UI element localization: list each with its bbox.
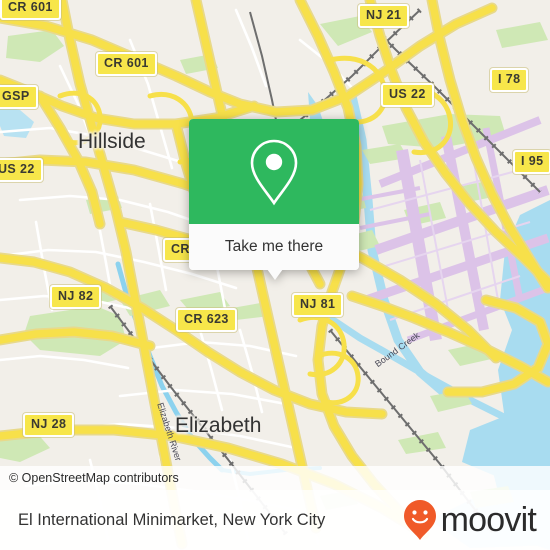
place-label-hillside: Hillside — [78, 130, 146, 153]
road-shield-nj21[interactable]: NJ 21 — [358, 4, 410, 28]
road-shield-us22-b[interactable]: US 22 — [0, 158, 43, 182]
road-shield-us22-a[interactable]: US 22 — [381, 83, 434, 107]
road-shield-gsp[interactable]: GSP — [0, 85, 38, 109]
moovit-logo[interactable]: moovit — [403, 499, 550, 541]
take-me-there-label: Take me there — [224, 238, 324, 255]
take-me-there-button[interactable]: Take me there — [189, 224, 359, 270]
page-title: El International Minimarket, New York Ci… — [18, 510, 326, 529]
road-shield-cr601-a[interactable]: CR 601 — [0, 0, 61, 20]
map-pin-icon — [250, 139, 298, 205]
road-shield-nj81[interactable]: NJ 81 — [292, 293, 344, 317]
road-shield-cr623[interactable]: CR 623 — [176, 308, 237, 332]
road-shield-cr601-b[interactable]: CR 601 — [96, 52, 157, 76]
popup-pointer — [267, 269, 283, 280]
road-shield-nj82[interactable]: NJ 82 — [50, 285, 102, 309]
bottom-bar: El International Minimarket, New York Ci… — [0, 490, 550, 550]
attribution-text[interactable]: © OpenStreetMap contributors — [0, 471, 179, 485]
road-shield-i95[interactable]: I 95 — [513, 150, 550, 174]
road-shield-i78[interactable]: I 78 — [490, 68, 529, 92]
moovit-wordmark: moovit — [440, 500, 537, 539]
popup-body[interactable]: Take me there — [189, 119, 359, 270]
place-label-elizabeth: Elizabeth — [175, 414, 262, 437]
map-attribution-bar: © OpenStreetMap contributors — [0, 466, 550, 490]
road-shield-nj28[interactable]: NJ 28 — [23, 413, 75, 437]
moovit-pin-smiley-icon — [403, 500, 436, 540]
popup-header — [189, 119, 359, 224]
location-popup[interactable]: Take me there — [189, 119, 359, 280]
map-screenshot: CR 601 NJ 21 CR 601 I 78 GSP US 22 US 22… — [0, 0, 550, 550]
